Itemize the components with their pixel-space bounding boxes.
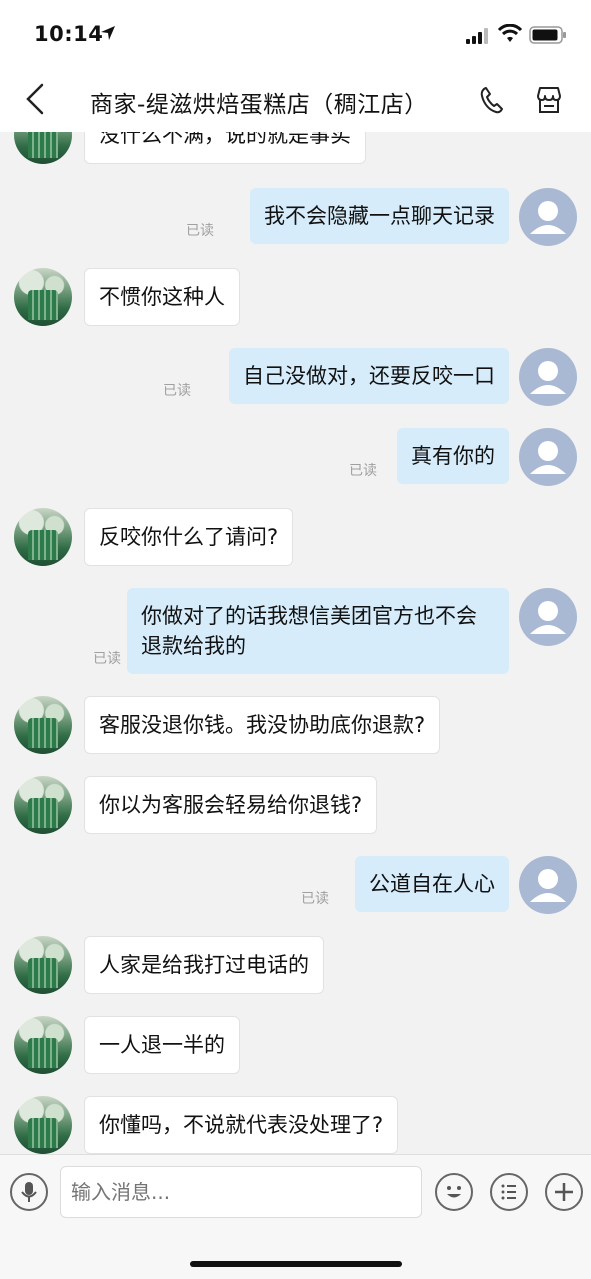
merchant-avatar[interactable] — [14, 508, 72, 566]
message-bubble[interactable]: 自己没做对，还要反咬一口 — [229, 348, 509, 404]
message-bubble[interactable]: 不惯你这种人 — [84, 268, 240, 326]
location-arrow-icon — [101, 26, 115, 40]
user-avatar[interactable] — [519, 188, 577, 246]
user-avatar[interactable] — [519, 428, 577, 486]
battery-icon — [529, 26, 566, 44]
message-bubble[interactable]: 没什么不满，说的就是事实 — [84, 132, 366, 164]
message-row: 已读 我不会隐藏一点聊天记录 — [0, 186, 591, 252]
chevron-left-icon[interactable] — [22, 82, 48, 116]
read-status: 已读 — [163, 383, 191, 399]
merchant-avatar[interactable] — [14, 132, 72, 164]
read-status: 已读 — [349, 463, 377, 479]
status-bar: 10:14 — [0, 0, 591, 68]
message-bubble[interactable]: 反咬你什么了请问? — [84, 508, 294, 566]
message-row: 没什么不满，说的就是事实 — [0, 132, 591, 168]
chat-area[interactable]: 没什么不满，说的就是事实 已读 我不会隐藏一点聊天记录 不惯你这种人 已读 自己… — [0, 132, 591, 1154]
merchant-avatar[interactable] — [14, 696, 72, 754]
microphone-icon[interactable] — [10, 1173, 48, 1211]
message-row: 你以为客服会轻易给你退钱? — [0, 774, 591, 840]
message-row: 已读 真有你的 — [0, 426, 591, 492]
message-row: 你懂吗，不说就代表没处理了? — [0, 1094, 591, 1154]
message-row: 不惯你这种人 — [0, 266, 591, 332]
emoji-icon[interactable] — [435, 1173, 473, 1211]
message-bubble[interactable]: 一人退一半的 — [84, 1016, 240, 1074]
message-row: 反咬你什么了请问? — [0, 506, 591, 572]
user-avatar[interactable] — [519, 856, 577, 914]
cellular-signal-icon — [466, 28, 488, 44]
message-row: 已读 自己没做对，还要反咬一口 — [0, 346, 591, 412]
wifi-icon — [498, 24, 522, 42]
merchant-avatar[interactable] — [14, 1096, 72, 1154]
read-status: 已读 — [93, 651, 121, 667]
message-bubble[interactable]: 人家是给我打过电话的 — [84, 936, 324, 994]
bottom-safe-area — [0, 1234, 591, 1279]
message-bubble[interactable]: 真有你的 — [397, 428, 509, 484]
message-row: 客服没退你钱。我没协助底你退款? — [0, 694, 591, 760]
user-avatar[interactable] — [519, 588, 577, 646]
read-status: 已读 — [186, 223, 214, 239]
list-icon[interactable] — [490, 1173, 528, 1211]
message-row: 已读 公道自在人心 — [0, 854, 591, 920]
message-input[interactable] — [60, 1166, 422, 1218]
message-row: 已读 你做对了的话我想信美团官方也不会退款给我的 — [0, 586, 591, 682]
message-bubble[interactable]: 你懂吗，不说就代表没处理了? — [84, 1096, 399, 1154]
message-bubble[interactable]: 我不会隐藏一点聊天记录 — [250, 188, 509, 244]
page-title: 商家-缇滋烘焙蛋糕店（稠江店） — [90, 92, 428, 118]
chat-header: 商家-缇滋烘焙蛋糕店（稠江店） — [0, 68, 591, 132]
message-bubble[interactable]: 你以为客服会轻易给你退钱? — [84, 776, 378, 834]
message-bubble[interactable]: 公道自在人心 — [355, 856, 509, 912]
merchant-avatar[interactable] — [14, 1016, 72, 1074]
message-bubble[interactable]: 客服没退你钱。我没协助底你退款? — [84, 696, 441, 754]
plus-icon[interactable] — [545, 1173, 583, 1211]
merchant-avatar[interactable] — [14, 776, 72, 834]
message-row: 人家是给我打过电话的 — [0, 934, 591, 1000]
merchant-avatar[interactable] — [14, 936, 72, 994]
phone-icon[interactable] — [478, 85, 504, 115]
message-row: 一人退一半的 — [0, 1014, 591, 1080]
home-indicator[interactable] — [190, 1261, 402, 1267]
merchant-avatar[interactable] — [14, 268, 72, 326]
status-time: 10:14 — [34, 22, 104, 46]
message-bubble[interactable]: 你做对了的话我想信美团官方也不会退款给我的 — [127, 588, 509, 674]
input-bar — [0, 1154, 591, 1235]
read-status: 已读 — [301, 891, 329, 907]
user-avatar[interactable] — [519, 348, 577, 406]
store-icon[interactable] — [533, 84, 565, 116]
